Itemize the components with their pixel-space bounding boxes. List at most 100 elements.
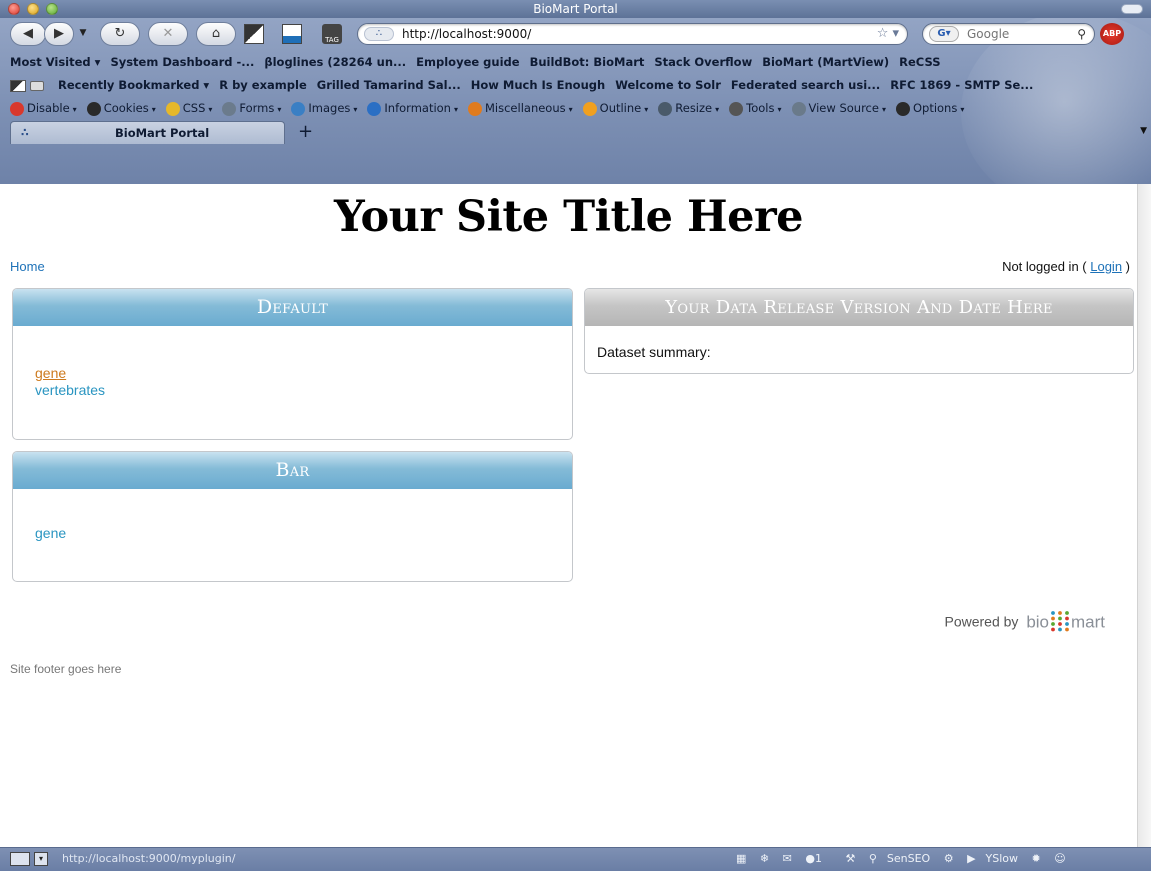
search-icon[interactable]: ⚲ bbox=[1077, 24, 1086, 44]
forward-button[interactable]: ▶ bbox=[44, 22, 74, 46]
bookmark-item[interactable]: Federated search usi... bbox=[731, 78, 880, 92]
bookmark-item[interactable]: Recently Bookmarked ▾ bbox=[58, 78, 209, 92]
search-input[interactable] bbox=[967, 25, 1067, 43]
url-text[interactable]: http://localhost:9000/ bbox=[402, 24, 531, 44]
history-dropdown-button[interactable]: ▼ bbox=[76, 22, 90, 46]
images-icon bbox=[291, 101, 306, 116]
panel-bar: Bar gene bbox=[12, 451, 573, 582]
adblock-plus-icon[interactable]: ABP bbox=[1100, 23, 1124, 45]
devtoolbar-menu-tools[interactable]: Tools ▾ bbox=[729, 101, 782, 116]
devtoolbar-menu-css[interactable]: CSS ▾ bbox=[165, 101, 212, 116]
reload-button[interactable]: ↻ bbox=[100, 22, 140, 46]
login-suffix: ) bbox=[1122, 259, 1130, 274]
home-button[interactable]: ⌂ bbox=[196, 22, 236, 46]
logo-dot bbox=[1058, 611, 1062, 615]
yslow-label[interactable]: YSlow bbox=[986, 852, 1018, 865]
logo-dot bbox=[1065, 616, 1069, 621]
vertical-scrollbar[interactable] bbox=[1137, 184, 1151, 847]
devtoolbar-menu-information[interactable]: Information ▾ bbox=[367, 101, 458, 116]
devtoolbar-menu-outline[interactable]: Outline ▾ bbox=[582, 101, 648, 116]
panel-release: Your Data Release Version And Date Here … bbox=[584, 288, 1134, 374]
forms-icon bbox=[222, 101, 237, 116]
site-identity-icon[interactable]: ∴ bbox=[364, 27, 394, 41]
url-bar[interactable]: ∴ http://localhost:9000/ ☆ ▾ bbox=[357, 23, 908, 45]
devtoolbar-menu-view-source[interactable]: View Source ▾ bbox=[791, 101, 886, 116]
smiley-icon[interactable]: ☺ bbox=[1054, 852, 1065, 865]
firebug-icon[interactable]: ✹ bbox=[1032, 852, 1041, 865]
minimize-window-button[interactable] bbox=[27, 3, 39, 15]
devtoolbar-label: View Source bbox=[808, 101, 879, 115]
chevron-down-icon: ▾ bbox=[568, 105, 573, 114]
bookmark-item[interactable]: R by example bbox=[219, 78, 307, 92]
bookmark-item[interactable]: BuildBot: BioMart bbox=[530, 55, 645, 69]
snowflake-icon[interactable]: ❄ bbox=[760, 852, 769, 865]
page-tool-icon[interactable] bbox=[282, 24, 302, 44]
devtoolbar-menu-miscellaneous[interactable]: Miscellaneous ▾ bbox=[468, 101, 573, 116]
toolbar-toggle-button[interactable] bbox=[1121, 4, 1143, 14]
status-dropdown-icon[interactable]: ▾ bbox=[34, 852, 48, 866]
bookmark-item[interactable]: Employee guide bbox=[416, 55, 519, 69]
dataset-summary: Dataset summary: bbox=[597, 344, 711, 360]
devtoolbar-menu-disable[interactable]: Disable ▾ bbox=[10, 101, 77, 116]
login-link[interactable]: Login bbox=[1090, 259, 1122, 274]
chevron-down-icon: ▾ bbox=[960, 105, 965, 114]
devtoolbar-menu-options[interactable]: Options ▾ bbox=[895, 101, 965, 116]
bookmark-star-icon[interactable]: ☆ ▾ bbox=[877, 24, 899, 44]
dataset-link[interactable]: gene bbox=[35, 365, 550, 382]
dataset-link[interactable]: vertebrates bbox=[35, 382, 550, 399]
dataset-link[interactable]: gene bbox=[35, 525, 550, 542]
page-content: Your Site Title Here Home Not logged in … bbox=[0, 184, 1151, 847]
cookies-icon bbox=[86, 101, 101, 116]
bookmarks-toolbar: Most Visited ▾ System Dashboard -... βlogl… bbox=[0, 51, 1151, 73]
magnifier-icon[interactable]: ⚲ bbox=[869, 852, 877, 865]
yslow-icon[interactable]: ▶ bbox=[967, 852, 975, 865]
bookmark-item[interactable]: How Much Is Enough bbox=[471, 78, 605, 92]
disable-icon bbox=[10, 101, 24, 116]
bookmark-item[interactable]: RFC 1869 - SMTP Se... bbox=[890, 78, 1033, 92]
devtoolbar-menu-cookies[interactable]: Cookies ▾ bbox=[86, 101, 156, 116]
tab-favicon-icon: ∴ bbox=[21, 126, 29, 139]
chevron-down-icon: ▾ bbox=[72, 105, 77, 114]
panel-default: Default gene vertebrates bbox=[12, 288, 573, 440]
site-title: Your Site Title Here bbox=[334, 192, 803, 242]
site-footer: Site footer goes here bbox=[10, 662, 122, 676]
bookmark-item[interactable]: Stack Overflow bbox=[654, 55, 752, 69]
senseo-label[interactable]: SenSEO bbox=[887, 852, 930, 865]
google-engine-icon[interactable]: G▾ bbox=[929, 26, 959, 42]
bookmark-item[interactable]: BioMart (MartView) bbox=[762, 55, 889, 69]
mail-icon[interactable]: ✉ bbox=[783, 852, 792, 865]
tab-biomart-portal[interactable]: ∴ BioMart Portal bbox=[10, 121, 285, 144]
window-title-bar: BioMart Portal bbox=[0, 0, 1151, 18]
screenshot-bookmark-icon[interactable] bbox=[10, 79, 26, 92]
devtoolbar-label: Resize bbox=[675, 101, 713, 115]
chat-icon[interactable]: ●1 bbox=[805, 852, 832, 865]
devtoolbar-menu-resize[interactable]: Resize ▾ bbox=[658, 101, 719, 116]
back-button[interactable]: ◀ bbox=[10, 22, 46, 46]
screenshot-icon[interactable]: ▦ bbox=[736, 852, 746, 865]
new-tab-button[interactable]: + bbox=[298, 122, 313, 142]
devtoolbar-menu-images[interactable]: Images ▾ bbox=[291, 101, 357, 116]
stop-button[interactable]: ✕ bbox=[148, 22, 188, 46]
bookmark-item[interactable]: System Dashboard -... bbox=[110, 55, 254, 69]
zoom-window-button[interactable] bbox=[46, 3, 58, 15]
logo-text-right: mart bbox=[1071, 612, 1105, 632]
status-tool-icon[interactable] bbox=[10, 852, 30, 866]
tag-icon[interactable]: TAG bbox=[322, 24, 342, 44]
bookmark-item[interactable]: βloglines (28264 un... bbox=[264, 55, 406, 69]
logo-dot bbox=[1051, 627, 1055, 632]
bookmark-item[interactable]: Welcome to Solr bbox=[615, 78, 721, 92]
tools-icon[interactable]: ⚒ bbox=[845, 852, 855, 865]
bookmark-item[interactable]: Most Visited ▾ bbox=[10, 55, 100, 69]
close-window-button[interactable] bbox=[8, 3, 20, 15]
devtoolbar-menu-forms[interactable]: Forms ▾ bbox=[222, 101, 281, 116]
logo-dot bbox=[1051, 611, 1055, 615]
bookmark-item[interactable]: ReCSS bbox=[899, 55, 940, 69]
home-link[interactable]: Home bbox=[10, 259, 45, 274]
tab-list-icon[interactable]: ▼ bbox=[1140, 126, 1147, 136]
panel-release-title: Your Data Release Version And Date Here bbox=[585, 289, 1133, 326]
gear-icon[interactable]: ⚙ bbox=[944, 852, 954, 865]
bookmark-item[interactable]: Grilled Tamarind Sal... bbox=[317, 78, 461, 92]
search-bar[interactable]: G▾ ⚲ bbox=[922, 23, 1095, 45]
outline-icon bbox=[582, 101, 597, 116]
screenshot-tool-icon[interactable] bbox=[244, 24, 264, 44]
